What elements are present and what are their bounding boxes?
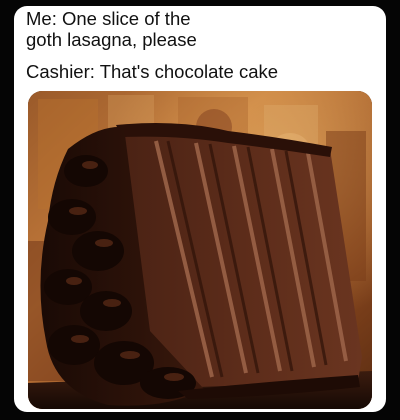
meme-caption: Me: One slice of the goth lasagna, pleas… bbox=[26, 8, 376, 82]
chocolate-cake-photo bbox=[28, 91, 372, 409]
caption-line-1: Me: One slice of the bbox=[26, 8, 191, 29]
cake-slice-image bbox=[28, 91, 372, 409]
caption-line-3: Cashier: That's chocolate cake bbox=[26, 61, 279, 82]
meme-card: Me: One slice of the goth lasagna, pleas… bbox=[14, 6, 386, 412]
caption-line-2: goth lasagna, please bbox=[26, 29, 197, 50]
